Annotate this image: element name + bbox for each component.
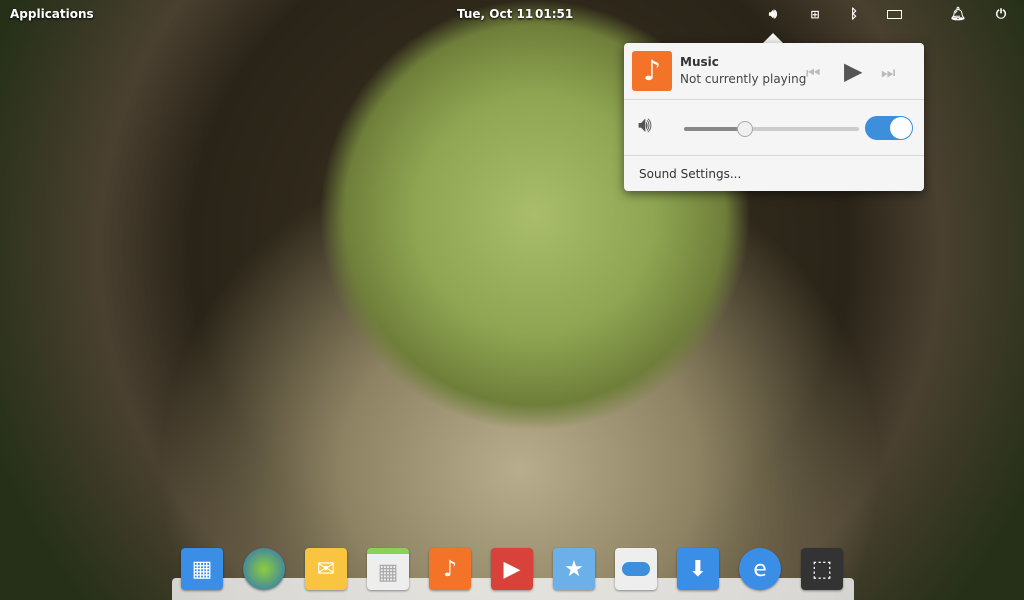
dock-web-browser[interactable] <box>243 548 285 590</box>
time-label[interactable]: 01:51 <box>535 7 573 21</box>
volume-slider[interactable] <box>684 121 859 137</box>
notifications-icon[interactable]: 🔔︎ <box>949 6 967 24</box>
dock-system-settings[interactable] <box>615 548 657 590</box>
date-label[interactable]: Tue, Oct 11 <box>457 7 533 21</box>
popover-arrow <box>763 33 783 43</box>
volume-icon[interactable]: 🔊︎ <box>764 6 782 24</box>
battery-icon[interactable] <box>885 6 903 24</box>
network-disconnected-icon[interactable]: ⊞ <box>806 6 824 24</box>
sound-toggle[interactable] <box>865 116 913 140</box>
player-status: Not currently playing <box>680 72 807 86</box>
music-app-icon[interactable]: ♪ <box>632 51 672 91</box>
bluetooth-icon[interactable]: ᛒ <box>845 6 863 24</box>
speaker-icon: 🔊︎ <box>638 113 652 138</box>
sound-settings-link[interactable]: Sound Settings... <box>639 167 741 181</box>
previous-button[interactable]: ⏮ <box>806 63 820 83</box>
dock-appcenter[interactable]: ⬇ <box>677 548 719 590</box>
dock-music[interactable]: ♪ <box>429 548 471 590</box>
next-button[interactable]: ⏭ <box>881 63 895 83</box>
sound-popover: ♪ Music Not currently playing ⏮ ▶ ⏭ 🔊︎ S… <box>624 43 924 191</box>
top-panel: Applications Tue, Oct 11 01:51 🔊︎ ⊞ ᛒ 🔔︎… <box>0 0 1024 30</box>
dock-mail[interactable]: ✉ <box>305 548 347 590</box>
divider <box>624 155 924 156</box>
applications-menu[interactable]: Applications <box>10 7 94 21</box>
dock-multitasking-view[interactable]: ▦ <box>181 548 223 590</box>
dock-photos[interactable]: ★ <box>553 548 595 590</box>
dock-videos[interactable]: ▶ <box>491 548 533 590</box>
player-name: Music <box>680 55 719 69</box>
divider <box>624 99 924 100</box>
dock-screenshot[interactable]: ⬚ <box>801 548 843 590</box>
dock-calendar[interactable]: ▦ <box>367 548 409 590</box>
power-icon[interactable]: ⏻ <box>992 6 1010 24</box>
volume-slider-handle[interactable] <box>737 121 754 137</box>
play-button[interactable]: ▶ <box>844 57 862 85</box>
dock-installer[interactable]: e <box>739 548 781 590</box>
